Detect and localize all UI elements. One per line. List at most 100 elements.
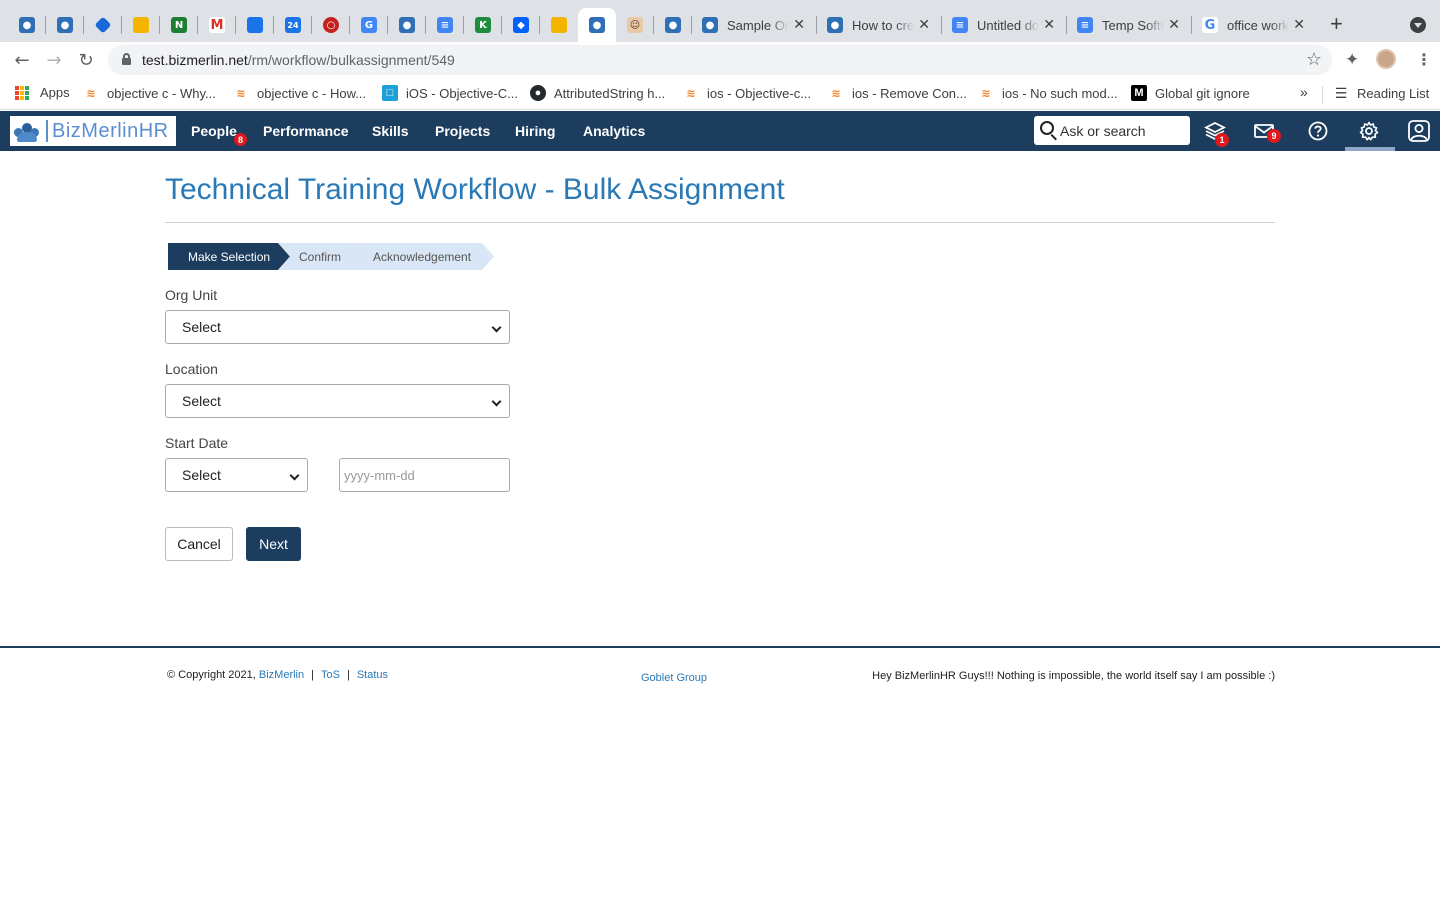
medium-icon: M	[1131, 85, 1147, 101]
browser-tab[interactable]: ● Sample On ✕	[692, 8, 817, 42]
close-icon[interactable]: ✕	[793, 16, 805, 33]
bookmark-item[interactable]: ≋ objective c - How...	[233, 85, 366, 101]
bizmerlin-favicon-icon: ●	[19, 17, 35, 33]
tab-label: How to cre	[852, 17, 914, 33]
pinned-tab[interactable]: N	[160, 8, 198, 42]
tos-link[interactable]: ToS	[321, 669, 340, 681]
pinned-tab[interactable]: M	[198, 8, 236, 42]
slides-favicon-icon	[133, 17, 149, 33]
location-select[interactable]: Select	[165, 384, 510, 418]
pinned-tab[interactable]: ●	[654, 8, 692, 42]
browser-tab[interactable]: ● How to cre ✕	[817, 8, 942, 42]
back-arrow-icon[interactable]: ←	[10, 48, 34, 72]
bookmark-item[interactable]: M Global git ignore	[1131, 85, 1250, 101]
reading-list[interactable]: ☰ Reading List	[1333, 84, 1430, 101]
pinned-tab[interactable]	[84, 8, 122, 42]
pinned-tab[interactable]	[236, 8, 274, 42]
github-icon: ●	[530, 85, 546, 101]
pinned-tab[interactable]: ●	[8, 8, 46, 42]
active-tab[interactable]: ●	[578, 8, 616, 42]
global-search[interactable]	[1034, 116, 1190, 145]
copyright-text: © Copyright 2021,	[167, 669, 256, 681]
profile-avatar[interactable]	[1376, 49, 1396, 69]
browser-tab-strip: ● ● N M 24 ○ G ● ≡ K ◆ ● ☺ ● ● Sample On…	[0, 0, 1440, 42]
start-date-input[interactable]	[339, 458, 510, 492]
bookmarks-bar: Apps ≋ objective c - Why... ≋ objective c …	[0, 78, 1440, 110]
pinned-tab[interactable]: ☺	[616, 8, 654, 42]
cancel-button[interactable]: Cancel	[165, 527, 233, 561]
bookmarks-overflow-icon[interactable]: »	[1300, 84, 1308, 100]
pinned-tab[interactable]: ≡	[426, 8, 464, 42]
step-acknowledgement[interactable]: Acknowledgement	[351, 243, 494, 270]
pinned-tab[interactable]: ●	[46, 8, 84, 42]
org-unit-select[interactable]: Select	[165, 310, 510, 344]
bookmark-item[interactable]: ≋ ios - No such mod...	[978, 85, 1118, 101]
pinned-tab[interactable]: 24	[274, 8, 312, 42]
close-icon[interactable]: ✕	[918, 16, 930, 33]
pinned-tab[interactable]: ●	[388, 8, 426, 42]
browser-tab[interactable]: ≡ Untitled do ✕	[942, 8, 1067, 42]
address-bar[interactable]: test.bizmerlin.net/rm/workflow/bulkassig…	[108, 45, 1332, 75]
next-button[interactable]: Next	[246, 527, 301, 561]
search-icon	[1040, 121, 1054, 135]
nav-people[interactable]: People	[191, 123, 237, 139]
nav-skills[interactable]: Skills	[372, 123, 409, 139]
pinned-tab[interactable]: ○	[312, 8, 350, 42]
tab-search-icon[interactable]	[1410, 17, 1426, 33]
page-title: Technical Training Workflow - Bulk Assig…	[165, 173, 785, 206]
bizmerlin-logo[interactable]: BizMerlinHR	[10, 116, 176, 146]
forward-arrow-icon[interactable]: →	[42, 48, 66, 72]
close-icon[interactable]: ✕	[1293, 16, 1305, 33]
step-make-selection[interactable]: Make Selection	[168, 243, 290, 270]
stackoverflow-icon: ≋	[86, 87, 96, 100]
close-icon[interactable]: ✕	[1168, 16, 1180, 33]
start-date-select[interactable]: Select	[165, 458, 308, 492]
extensions-puzzle-icon[interactable]: ✦	[1345, 50, 1359, 70]
nav-hiring[interactable]: Hiring	[515, 123, 555, 139]
title-divider	[165, 222, 1275, 223]
bookmark-item[interactable]: ● AttributedString h...	[530, 85, 665, 101]
url-path: /rm/workflow/bulkassignment/549	[247, 52, 455, 68]
browser-menu-icon[interactable]: ⋮	[1416, 50, 1432, 70]
settings-gear-icon[interactable]	[1357, 119, 1381, 143]
reload-icon[interactable]: ↻	[74, 48, 98, 72]
user-account-icon[interactable]	[1407, 119, 1431, 143]
bizmerlin-favicon-icon: ●	[665, 17, 681, 33]
pinned-tab[interactable]	[122, 8, 160, 42]
browser-tab[interactable]: G office work ✕	[1192, 8, 1317, 42]
browser-toolbar: ← → ↻ test.bizmerlin.net/rm/workflow/bul…	[0, 42, 1440, 78]
org-unit-label: Org Unit	[165, 287, 218, 303]
step-label: Acknowledgement	[373, 249, 472, 264]
pinned-tab[interactable]: K	[464, 8, 502, 42]
bookmark-item[interactable]: ≋ ios - Objective-c...	[683, 85, 811, 101]
url-text[interactable]: test.bizmerlin.net/rm/workflow/bulkassig…	[142, 52, 455, 68]
bizmerlin-link[interactable]: BizMerlin	[259, 669, 304, 681]
reading-list-icon: ☰	[1334, 84, 1348, 101]
start-date-selected-value: Select	[182, 467, 221, 483]
status-link[interactable]: Status	[357, 669, 388, 681]
pinned-tab[interactable]	[540, 8, 578, 42]
bookmark-item[interactable]: □ iOS - Objective-C...	[382, 85, 518, 101]
step-label: Make Selection	[188, 249, 271, 264]
nav-analytics[interactable]: Analytics	[583, 123, 645, 139]
bookmark-label: ios - Objective-c...	[707, 85, 812, 101]
browser-tab[interactable]: ≡ Temp Softw ✕	[1067, 8, 1192, 42]
nav-performance[interactable]: Performance	[263, 123, 349, 139]
close-icon[interactable]: ✕	[1043, 16, 1055, 33]
apps-grid-icon	[15, 85, 29, 100]
goblet-group-link[interactable]: Goblet Group	[641, 672, 707, 684]
search-input[interactable]	[1060, 121, 1182, 140]
bookmark-item[interactable]: ≋ ios - Remove Con...	[828, 85, 966, 101]
help-icon[interactable]	[1306, 119, 1330, 143]
pinned-tab[interactable]: ◆	[502, 8, 540, 42]
new-tab-icon[interactable]: +	[1330, 13, 1343, 35]
tab-label: Sample On	[727, 17, 789, 33]
bookmark-item[interactable]: ≋ objective c - Why...	[83, 85, 215, 101]
bookmark-star-icon[interactable]: ☆	[1306, 49, 1322, 70]
pinned-tab[interactable]: G	[350, 8, 388, 42]
nav-projects[interactable]: Projects	[435, 123, 490, 139]
logo-text: BizMerlinHR	[46, 120, 169, 142]
bookmark-label: ios - No such mod...	[1002, 85, 1118, 101]
logo-people-icon	[14, 120, 40, 142]
bookmark-apps[interactable]: Apps	[15, 85, 70, 100]
